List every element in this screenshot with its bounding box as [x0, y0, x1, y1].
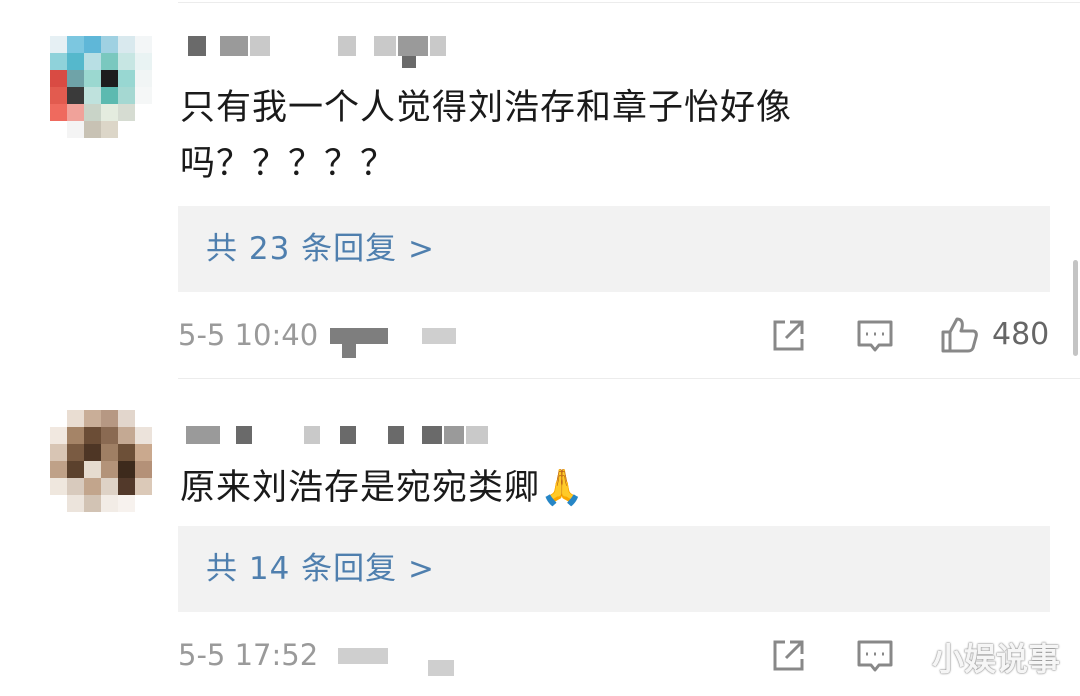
blurred-source: [428, 660, 454, 676]
blurred-location: [338, 648, 388, 664]
comment-meta-row: 5-5 10:40 480: [178, 310, 1058, 360]
avatar[interactable]: [50, 410, 152, 512]
blurred-location: [342, 344, 356, 358]
timestamp: 5-5 10:40: [178, 318, 319, 352]
avatar[interactable]: [50, 36, 152, 138]
blurred-location: [330, 328, 388, 344]
comment-icon[interactable]: [854, 634, 896, 676]
top-divider: [178, 2, 1080, 3]
comment-text: 原来刘浩存是宛宛类卿🙏: [180, 468, 585, 508]
scrollbar[interactable]: [1073, 260, 1078, 356]
comment-divider: [178, 378, 1080, 379]
thumbs-up-icon[interactable]: [938, 314, 980, 356]
blurred-source: [422, 328, 456, 344]
reply-thread-box[interactable]: 共 14 条回复 >: [178, 526, 1050, 612]
comment-text: 只有我一个人觉得刘浩存和章子怡好像吗？？？？？: [180, 88, 793, 184]
watermark-text: 小娱说事: [931, 640, 1060, 678]
reply-thread-box[interactable]: 共 23 条回复 >: [178, 206, 1050, 292]
view-replies-link[interactable]: 共 23 条回复 >: [206, 206, 435, 292]
share-icon[interactable]: [768, 314, 810, 356]
like-count: 480: [992, 317, 1050, 352]
view-replies-link[interactable]: 共 14 条回复 >: [206, 526, 435, 612]
share-icon[interactable]: [768, 634, 810, 676]
timestamp: 5-5 17:52: [178, 638, 319, 672]
comment-meta-row: 5-5 17:52: [178, 630, 1058, 680]
comment-icon[interactable]: [854, 314, 896, 356]
